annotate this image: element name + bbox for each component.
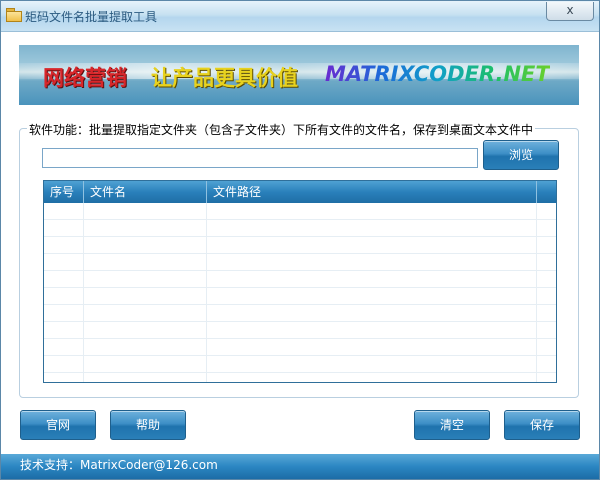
table-body[interactable]: [44, 203, 556, 382]
file-table[interactable]: 序号 文件名 文件路径: [43, 180, 557, 383]
help-button[interactable]: 帮助: [110, 410, 186, 440]
save-button[interactable]: 保存: [504, 410, 580, 440]
status-bar: 技术支持：MatrixCoder@126.com: [1, 454, 599, 479]
banner: 网络营销 让产品更具价值 MATRIXCODER.NET: [19, 45, 579, 105]
app-window: 矩码文件名批量提取工具 x 网络营销 让产品更具价值 MATRIXCODER.N…: [0, 0, 600, 480]
browse-button[interactable]: 浏览: [483, 140, 559, 170]
folder-icon: [6, 8, 22, 22]
column-header-filepath[interactable]: 文件路径: [207, 181, 537, 203]
folder-path-input[interactable]: [42, 148, 478, 168]
clear-button[interactable]: 清空: [414, 410, 490, 440]
close-button[interactable]: x: [546, 2, 594, 21]
title-bar[interactable]: 矩码文件名批量提取工具 x: [1, 1, 599, 32]
window-title: 矩码文件名批量提取工具: [25, 10, 158, 24]
function-description: 软件功能：批量提取指定文件夹（包含子文件夹）下所有文件的文件名，保存到桌面文本文…: [27, 121, 536, 138]
support-contact: 技术支持：MatrixCoder@126.com: [20, 458, 218, 472]
banner-text-site: MATRIXCODER.NET: [325, 62, 550, 86]
column-header-index[interactable]: 序号: [44, 181, 84, 203]
banner-text-value: 让产品更具价值: [151, 66, 298, 90]
column-divider: [206, 203, 207, 382]
column-divider: [536, 203, 537, 382]
column-header-filename[interactable]: 文件名: [84, 181, 207, 203]
column-header-spacer: [537, 181, 556, 203]
column-divider: [83, 203, 84, 382]
banner-text-marketing: 网络营销: [43, 66, 127, 90]
table-header: 序号 文件名 文件路径: [44, 181, 556, 203]
website-button[interactable]: 官网: [20, 410, 96, 440]
